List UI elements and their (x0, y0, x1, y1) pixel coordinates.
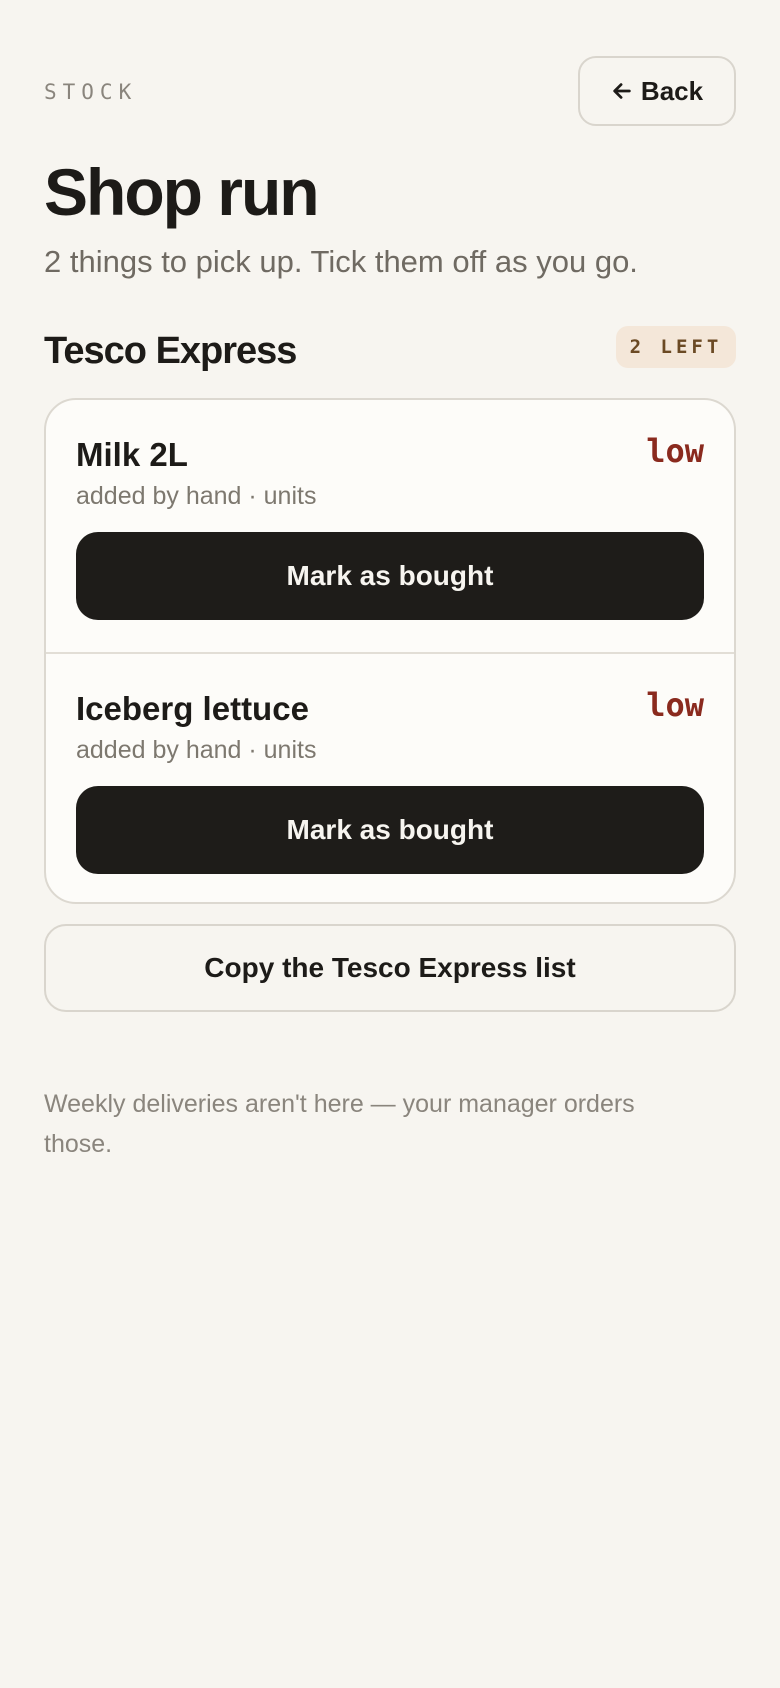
top-bar: STOCK Back (44, 56, 736, 128)
list-item: Milk 2L low added by hand · units Mark a… (46, 400, 734, 652)
mark-as-bought-button[interactable]: Mark as bought (76, 786, 704, 874)
back-button-label: Back (640, 75, 704, 106)
status-badge: low (646, 432, 704, 470)
item-name: Milk 2L (76, 436, 188, 473)
page-subtitle: 2 things to pick up. Tick them off as yo… (44, 244, 638, 279)
copy-list-button[interactable]: Copy the Tesco Express list (44, 924, 736, 1012)
status-badge: low (646, 686, 704, 724)
back-button[interactable]: Back (578, 56, 736, 126)
footnote: Weekly deliveries aren't here — your man… (44, 1090, 635, 1158)
item-meta: added by hand · units (76, 736, 317, 764)
mark-as-bought-button[interactable]: Mark as bought (76, 532, 704, 620)
section-eyebrow: STOCK (44, 80, 138, 104)
store-name: Tesco Express (44, 330, 297, 372)
list-item: Iceberg lettuce low added by hand · unit… (46, 652, 734, 902)
page-title: Shop run (44, 155, 320, 229)
item-name: Iceberg lettuce (76, 690, 309, 727)
store-header: Tesco Express 2 LEFT (44, 326, 736, 374)
items-left-badge: 2 LEFT (616, 326, 736, 368)
arrow-left-icon (611, 80, 633, 102)
item-meta: added by hand · units (76, 482, 317, 510)
shopping-list-card: Milk 2L low added by hand · units Mark a… (44, 398, 736, 904)
